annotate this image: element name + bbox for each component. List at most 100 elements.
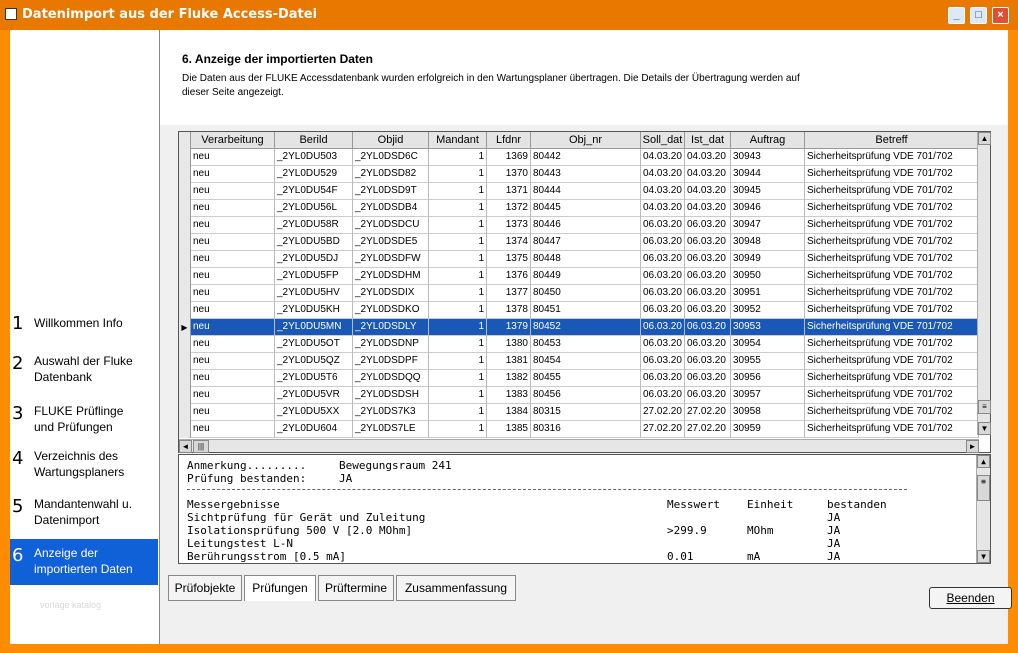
table-cell: 30950 (731, 268, 805, 285)
table-cell: 1 (429, 166, 487, 183)
row-selector[interactable] (179, 353, 191, 370)
step-label: Verzeichnis des Wartungsplaners (34, 449, 125, 479)
table-cell: _2YL0DSDCU (353, 217, 429, 234)
column-header[interactable]: Ist_dat (685, 132, 731, 149)
column-header[interactable]: Lfdnr (487, 132, 531, 149)
vertical-scrollbar[interactable]: ▲ ≡ ▼ (977, 132, 991, 435)
table-cell: _2YL0DSD6C (353, 149, 429, 166)
table-cell: 1381 (487, 353, 531, 370)
table-row[interactable]: neu _2YL0DU5T6 _2YL0DSDQQ 1 1382 80455 06.03.2… (179, 370, 979, 387)
close-button[interactable]: × (992, 7, 1009, 24)
table-row[interactable]: neu _2YL0DU5XX _2YL0DS7K3 1 1384 80315 27.02.2… (179, 404, 979, 421)
row-selector[interactable] (179, 285, 191, 302)
scroll-down-icon[interactable]: ▼ (977, 550, 990, 563)
row-selector[interactable]: ▶ (179, 319, 191, 336)
row-selector[interactable] (179, 302, 191, 319)
step-willkommen[interactable]: 1 Willkommen Info (10, 313, 158, 353)
column-header[interactable]: Mandant (429, 132, 487, 149)
scroll-up-icon[interactable]: ▲ (978, 132, 991, 145)
step-anzeige[interactable]: 6 Anzeige der importierten Daten (10, 539, 158, 585)
scroll-down-icon[interactable]: ▼ (978, 422, 991, 435)
table-row[interactable]: neu _2YL0DU5BD _2YL0DSDE5 1 1374 80447 06.03.2… (179, 234, 979, 251)
step-datenbank[interactable]: 2 Auswahl der Fluke Datenbank (10, 353, 158, 393)
row-selector[interactable] (179, 370, 191, 387)
app-icon (5, 8, 17, 20)
table-cell: 06.03.20 (641, 234, 685, 251)
column-header[interactable]: Berild (275, 132, 353, 149)
table-cell: 80446 (531, 217, 641, 234)
scroll-thumb[interactable]: ≡ (978, 400, 991, 414)
row-selector[interactable] (179, 421, 191, 438)
scroll-thumb[interactable]: ≡ (977, 475, 990, 501)
detail-panel[interactable]: Anmerkung......... Bewegungsraum 241 Prü… (178, 454, 991, 564)
step-mandantenwahl[interactable]: 5 Mandantenwahl u. Datenimport (10, 496, 158, 536)
table-row[interactable]: neu _2YL0DU529 _2YL0DSD82 1 1370 80443 04.03.2… (179, 166, 979, 183)
row-selector[interactable] (179, 200, 191, 217)
table-cell: 30948 (731, 234, 805, 251)
minimize-button[interactable]: _ (948, 7, 965, 24)
table-cell: _2YL0DSDKO (353, 302, 429, 319)
table-row[interactable]: neu _2YL0DU54F _2YL0DSD9T 1 1371 80444 04.03.2… (179, 183, 979, 200)
table-cell: 30957 (731, 387, 805, 404)
row-selector[interactable] (179, 234, 191, 251)
table-cell: 80316 (531, 421, 641, 438)
tab-prueftermine[interactable]: Prüftermine (318, 575, 394, 601)
table-row[interactable]: neu _2YL0DU58R _2YL0DSDCU 1 1373 80446 06.03.2… (179, 217, 979, 234)
table-row[interactable]: neu _2YL0DU56L _2YL0DSDB4 1 1372 80445 04.03.2… (179, 200, 979, 217)
step-prueflinge[interactable]: 3 FLUKE Prüflinge und Prüfungen (10, 403, 158, 443)
step-verzeichnis[interactable]: 4 Verzeichnis des Wartungsplaners (10, 448, 158, 488)
scroll-up-icon[interactable]: ▲ (977, 455, 990, 468)
table-row[interactable]: neu _2YL0DU5QZ _2YL0DSDPF 1 1381 80454 06.03.2… (179, 353, 979, 370)
table-cell: _2YL0DSD82 (353, 166, 429, 183)
row-selector[interactable] (179, 336, 191, 353)
table-cell: neu (191, 251, 275, 268)
tab-pruefungen[interactable]: Prüfungen (244, 575, 316, 601)
table-row[interactable]: neu _2YL0DU5HV _2YL0DSDIX 1 1377 80450 06.03.2… (179, 285, 979, 302)
beenden-button[interactable]: Beenden (929, 587, 1012, 609)
row-selector[interactable] (179, 183, 191, 200)
row-selector[interactable] (179, 404, 191, 421)
messergebnis-cell: 0.01 (667, 550, 694, 563)
column-header[interactable]: Obj_nr (531, 132, 641, 149)
table-row[interactable]: neu _2YL0DU5DJ _2YL0DSDFW 1 1375 80448 06.03.2… (179, 251, 979, 268)
table-cell: _2YL0DU5HV (275, 285, 353, 302)
column-header[interactable]: Objid (353, 132, 429, 149)
column-header[interactable]: Betreff (805, 132, 979, 149)
column-header[interactable]: Auftrag (731, 132, 805, 149)
table-cell: 30944 (731, 166, 805, 183)
table-row[interactable]: neu _2YL0DU5KH _2YL0DSDKO 1 1378 80451 06.03.2… (179, 302, 979, 319)
tab-zusammenfassung[interactable]: Zusammenfassung (396, 575, 516, 601)
row-selector[interactable] (179, 217, 191, 234)
table-cell: _2YL0DU5FP (275, 268, 353, 285)
row-selector[interactable] (179, 166, 191, 183)
table-row[interactable]: neu _2YL0DU604 _2YL0DS7LE 1 1385 80316 27.02.2… (179, 421, 979, 438)
row-selector[interactable] (179, 268, 191, 285)
table-cell: 30953 (731, 319, 805, 336)
data-grid[interactable]: Verarbeitung Berild Objid Mandant Lfdnr Obj_n… (178, 131, 991, 453)
column-header[interactable]: Verarbeitung (191, 132, 275, 149)
table-row[interactable]: neu _2YL0DU5OT _2YL0DSDNP 1 1380 80453 06.03.2… (179, 336, 979, 353)
hscroll-thumb[interactable]: ||| (193, 440, 209, 453)
table-row[interactable]: neu _2YL0DU5FP _2YL0DSDHM 1 1376 80449 06.03.2… (179, 268, 979, 285)
table-cell: _2YL0DU5XX (275, 404, 353, 421)
table-row[interactable]: ▶ neu _2YL0DU5MN _2YL0DSDLY 1 1379 80452 06.03.… (179, 319, 979, 336)
table-row[interactable]: neu _2YL0DU5VR _2YL0DSDSH 1 1383 80456 06.03.2… (179, 387, 979, 404)
step-label: Mandantenwahl u. Datenimport (34, 497, 133, 527)
scroll-right-icon[interactable]: ► (966, 440, 979, 453)
table-row[interactable]: neu _2YL0DU503 _2YL0DSD6C 1 1369 80442 04.03.2… (179, 149, 979, 166)
column-header[interactable]: Soll_dat (641, 132, 685, 149)
scroll-left-icon[interactable]: ◄ (179, 440, 192, 453)
detail-scrollbar[interactable]: ▲ ≡ ▼ (976, 455, 990, 563)
table-cell: Sicherheitsprüfung VDE 701/702 (805, 404, 979, 421)
tab-pruefobjekte[interactable]: Prüfobjekte (168, 575, 242, 601)
table-cell: 06.03.20 (641, 302, 685, 319)
table-cell: 06.03.20 (641, 387, 685, 404)
row-selector[interactable] (179, 251, 191, 268)
table-cell: neu (191, 217, 275, 234)
row-selector[interactable] (179, 387, 191, 404)
row-selector[interactable] (179, 149, 191, 166)
maximize-button[interactable]: □ (970, 7, 987, 24)
horizontal-scrollbar[interactable]: ◄ ||| ► (179, 439, 979, 453)
messergebnis-cell: Isolationsprüfung 500 V [2.0 MOhm] (187, 524, 413, 537)
table-cell: 1377 (487, 285, 531, 302)
